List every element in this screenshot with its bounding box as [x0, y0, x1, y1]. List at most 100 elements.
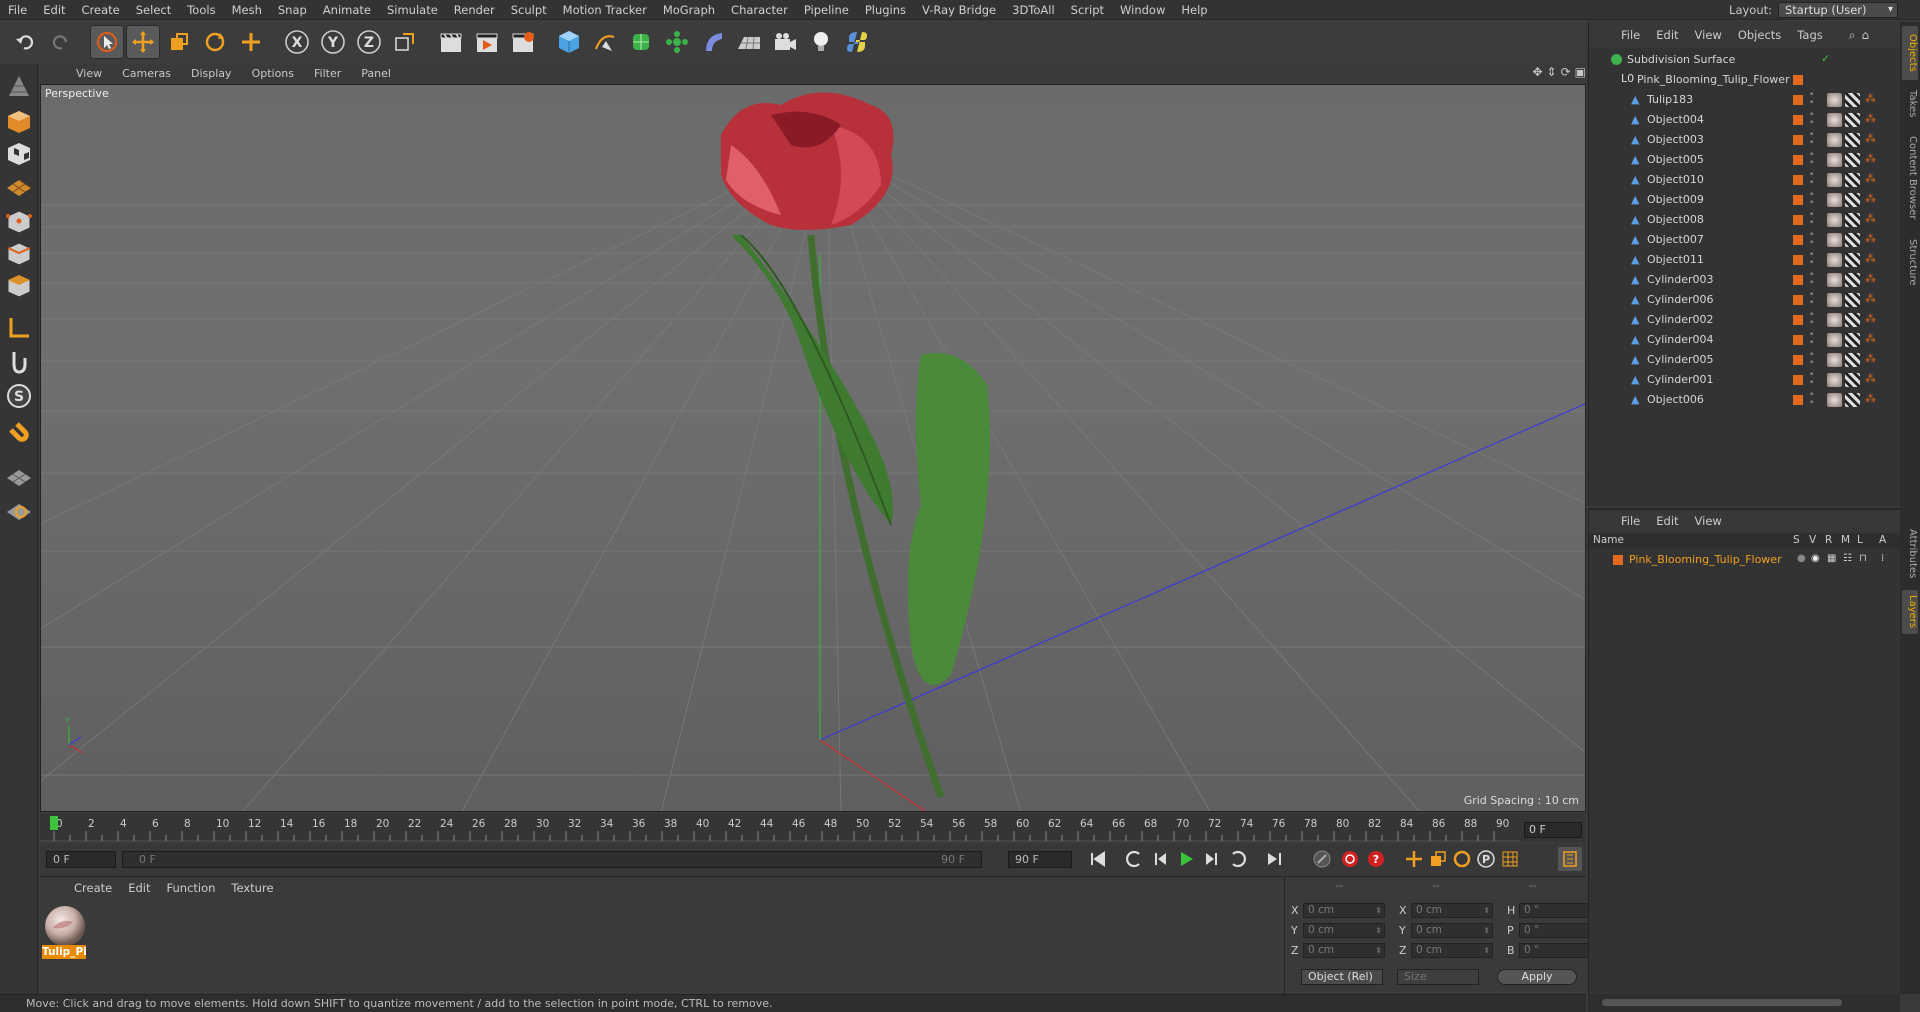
material-tag-icon[interactable]	[1827, 313, 1842, 327]
axis-mode-button[interactable]	[3, 312, 35, 344]
uvw-tag-icon[interactable]	[1845, 213, 1860, 227]
layer-row[interactable]: Pink_Blooming_Tulip_Flower ● ◉ ▦ ☷ ⊓ ⁞	[1589, 550, 1901, 570]
menu-sculpt[interactable]: Sculpt	[503, 0, 555, 20]
record-button[interactable]	[1338, 847, 1362, 871]
material-menu-edit[interactable]: Edit	[120, 881, 158, 895]
phong-tag-icon[interactable]: ⁂	[1865, 132, 1876, 145]
apply-button[interactable]: Apply	[1497, 969, 1577, 985]
tree-row-object[interactable]: ▲ Cylinder003 • • ⁂	[1589, 270, 1901, 290]
uvw-tag-icon[interactable]	[1845, 173, 1860, 187]
material-tag-icon[interactable]	[1827, 393, 1842, 407]
layer-color-swatch[interactable]	[1793, 375, 1803, 385]
material-tag-icon[interactable]	[1827, 373, 1842, 387]
enabled-check-icon[interactable]: ✓	[1821, 52, 1830, 65]
menu-motion-tracker[interactable]: Motion Tracker	[555, 0, 655, 20]
manager-icon[interactable]: ☷	[1843, 553, 1852, 564]
material-tag-icon[interactable]	[1827, 293, 1842, 307]
phong-tag-icon[interactable]: ⁂	[1865, 112, 1876, 125]
visibility-dots-icon[interactable]: • •	[1809, 151, 1814, 168]
render-view-button[interactable]	[434, 25, 468, 59]
layer-color-swatch[interactable]	[1793, 195, 1803, 205]
visibility-dots-icon[interactable]: • •	[1809, 131, 1814, 148]
menu-script[interactable]: Script	[1063, 0, 1112, 20]
menu-pipeline[interactable]: Pipeline	[796, 0, 857, 20]
tulip-model[interactable]	[721, 92, 991, 799]
menu-vray-bridge[interactable]: V-Ray Bridge	[914, 0, 1004, 20]
menu-create[interactable]: Create	[74, 0, 128, 20]
key-parameter-button[interactable]: P	[1474, 847, 1498, 871]
material-tag-icon[interactable]	[1827, 113, 1842, 127]
material-tag-icon[interactable]	[1827, 153, 1842, 167]
home-icon[interactable]: ⌂	[1861, 28, 1869, 42]
visibility-dots-icon[interactable]: • •	[1809, 251, 1814, 268]
layer-color-swatch[interactable]	[1793, 215, 1803, 225]
layer-color-swatch[interactable]	[1793, 75, 1803, 85]
viewport-menu-options[interactable]: Options	[242, 67, 304, 80]
playhead-marker[interactable]	[50, 816, 58, 830]
tweak-mode-button[interactable]	[3, 346, 35, 378]
object-menu-objects[interactable]: Objects	[1730, 28, 1789, 42]
layer-color-swatch[interactable]	[1793, 295, 1803, 305]
menu-character[interactable]: Character	[723, 0, 796, 20]
tree-row-tulip-group[interactable]: L0 Pink_Blooming_Tulip_Flower	[1589, 70, 1901, 90]
material-tag-icon[interactable]	[1827, 173, 1842, 187]
menu-tools[interactable]: Tools	[179, 0, 223, 20]
timeline-layout-button[interactable]	[1558, 847, 1582, 871]
live-selection-button[interactable]	[90, 25, 124, 59]
object-menu-file[interactable]: File	[1613, 28, 1648, 42]
redo-button[interactable]	[44, 25, 78, 59]
texture-mode-button[interactable]	[3, 138, 35, 170]
material-menu-create[interactable]: Create	[66, 881, 120, 895]
points-mode-button[interactable]	[3, 206, 35, 238]
menu-mograph[interactable]: MoGraph	[655, 0, 723, 20]
deformer-button[interactable]	[696, 25, 730, 59]
previous-key-button[interactable]	[1122, 847, 1146, 871]
floor-button[interactable]	[732, 25, 766, 59]
visibility-dots-icon[interactable]: • •	[1809, 91, 1814, 108]
tab-objects[interactable]: Objects	[1902, 26, 1918, 80]
object-menu-edit[interactable]: Edit	[1648, 28, 1686, 42]
size-x-field[interactable]: 0 cm	[1411, 902, 1493, 918]
z-axis-button[interactable]: Z	[352, 25, 386, 59]
size-y-field[interactable]: 0 cm	[1411, 922, 1493, 938]
pen-spline-button[interactable]	[588, 25, 622, 59]
layer-color-swatch[interactable]	[1793, 235, 1803, 245]
menu-simulate[interactable]: Simulate	[379, 0, 446, 20]
visibility-dots-icon[interactable]: • •	[1809, 311, 1814, 328]
tab-structure[interactable]: Structure	[1902, 232, 1918, 292]
uvw-tag-icon[interactable]	[1845, 233, 1860, 247]
light-button[interactable]	[804, 25, 838, 59]
visibility-dots-icon[interactable]: • •	[1809, 331, 1814, 348]
phong-tag-icon[interactable]: ⁂	[1865, 372, 1876, 385]
model-mode-button[interactable]	[3, 106, 35, 138]
workplane-mode-button[interactable]	[3, 170, 35, 202]
phong-tag-icon[interactable]: ⁂	[1865, 92, 1876, 105]
polygons-mode-button[interactable]	[3, 270, 35, 302]
layer-color-swatch[interactable]	[1793, 275, 1803, 285]
uvw-tag-icon[interactable]	[1845, 253, 1860, 267]
layer-color-swatch[interactable]	[1793, 255, 1803, 265]
search-icon[interactable]: ⌕	[1849, 28, 1856, 43]
tree-row-object[interactable]: ▲ Object011 • • ⁂	[1589, 250, 1901, 270]
layer-color-swatch[interactable]	[1793, 115, 1803, 125]
phong-tag-icon[interactable]: ⁂	[1865, 312, 1876, 325]
phong-tag-icon[interactable]: ⁂	[1865, 352, 1876, 365]
layer-color-swatch[interactable]	[1793, 175, 1803, 185]
snap-button[interactable]: S	[3, 380, 35, 412]
cube-object-button[interactable]	[552, 25, 586, 59]
layer-menu-edit[interactable]: Edit	[1648, 514, 1686, 528]
viewport-menu-view[interactable]: View	[66, 67, 112, 80]
coordinate-system-button[interactable]	[388, 25, 422, 59]
next-key-button[interactable]	[1226, 847, 1250, 871]
orbit-view-icon[interactable]: ⟳	[1561, 65, 1571, 79]
scrollbar-thumb[interactable]	[1602, 999, 1842, 1006]
layer-color-swatch[interactable]	[1793, 355, 1803, 365]
visibility-dots-icon[interactable]: • •	[1809, 291, 1814, 308]
layer-menu-view[interactable]: View	[1687, 514, 1730, 528]
layer-color-swatch[interactable]	[1793, 335, 1803, 345]
rotate-tool-button[interactable]	[198, 25, 232, 59]
tree-row-object[interactable]: ▲ Cylinder006 • • ⁂	[1589, 290, 1901, 310]
visibility-dots-icon[interactable]: • •	[1809, 211, 1814, 228]
material-tag-icon[interactable]	[1827, 233, 1842, 247]
material-name-label[interactable]: Tulip_Pi	[42, 945, 87, 959]
